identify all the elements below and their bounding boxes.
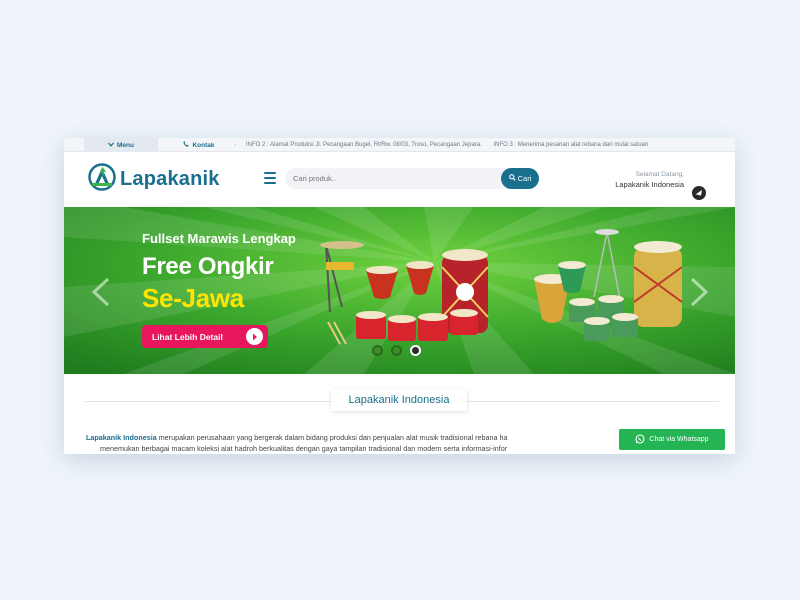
welcome-username: Lapakanik Indonesia <box>615 180 684 189</box>
site-logo[interactable]: Lapakanik <box>88 162 220 196</box>
logo-text: Lapakanik <box>120 167 220 190</box>
banner-cta-label: Lihat Lebih Detail <box>152 331 223 342</box>
phone-icon <box>183 141 190 149</box>
kontak-button[interactable]: Kontak <box>164 138 234 152</box>
menu-label: Menu <box>117 141 134 149</box>
slider-dots <box>372 345 421 356</box>
search-input[interactable] <box>285 168 501 189</box>
search-icon <box>508 174 516 183</box>
site-header: Lapakanik Cari Selamat Datang, Lapakanik… <box>64 152 735 207</box>
menu-dropdown-button[interactable]: Menu <box>84 138 158 152</box>
info-2-text: INFO 2 : Alamat Produksi Jl. Pecangaan B… <box>246 142 482 148</box>
banner-title: Fullset Marawis Lengkap <box>142 231 296 246</box>
info-ticker: INFO 2 : Alamat Produksi Jl. Pecangaan B… <box>246 138 735 152</box>
hamburger-menu-icon[interactable] <box>264 172 276 184</box>
slider-dot-1[interactable] <box>372 345 383 356</box>
top-info-bar: Menu Kontak - INFO 2 : Alamat Produksi J… <box>64 138 735 152</box>
kontak-label: Kontak <box>192 141 215 149</box>
slider-dot-3[interactable] <box>410 345 421 356</box>
whatsapp-icon <box>635 433 645 446</box>
whatsapp-label: Chat via Whatsapp <box>649 436 709 443</box>
slider-prev-arrow-icon[interactable] <box>90 277 112 307</box>
logo-mark-icon <box>88 162 116 196</box>
section-title: Lapakanik Indonesia <box>331 389 467 411</box>
about-section: Lapakanik Indonesia Lapakanik Indonesia … <box>64 374 735 454</box>
search-bar: Cari <box>285 168 539 189</box>
banner-subheadline: Se-Jawa <box>142 283 244 313</box>
welcome-text: Selamat Datang, Lapakanik Indonesia <box>564 171 684 189</box>
slider-next-arrow-icon[interactable] <box>688 277 710 307</box>
topbar-separator: - <box>234 142 236 148</box>
welcome-greeting: Selamat Datang, <box>635 171 684 178</box>
info-3-text: INFO 3 : Menerima pesanan alat rebana da… <box>493 142 649 148</box>
hero-slider[interactable]: Fullset Marawis Lengkap Free Ongkir Se-J… <box>64 207 735 374</box>
about-brand-link[interactable]: Lapakanik Indonesia <box>86 433 157 442</box>
account-icon[interactable] <box>692 186 706 200</box>
search-button-label: Cari <box>517 174 532 183</box>
slider-dot-2[interactable] <box>391 345 402 356</box>
whatsapp-chat-button[interactable]: Chat via Whatsapp <box>619 429 725 450</box>
search-button[interactable]: Cari <box>501 168 539 189</box>
banner-cta-button[interactable]: Lihat Lebih Detail <box>142 325 268 348</box>
browser-page: Menu Kontak - INFO 2 : Alamat Produksi J… <box>64 138 735 454</box>
banner-headline: Free Ongkir <box>142 253 274 280</box>
about-line-1: merupakan perusahaan yang bergerak dalam… <box>156 433 508 442</box>
arrow-right-icon <box>246 328 263 345</box>
chevron-down-icon <box>108 142 114 149</box>
